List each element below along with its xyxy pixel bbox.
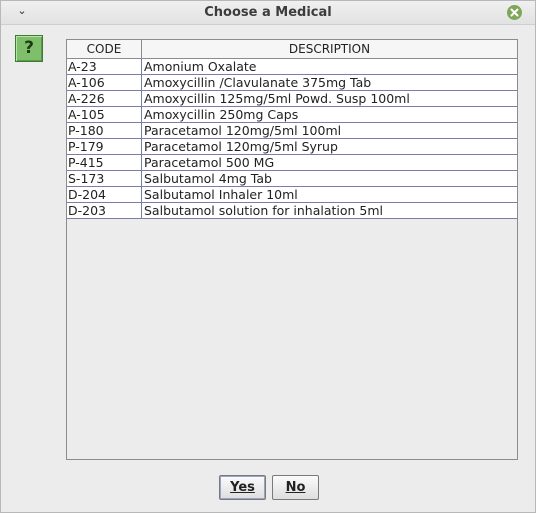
medical-table[interactable]: CODE DESCRIPTION A-23 Amonium Oxalate A-10… bbox=[66, 39, 518, 460]
question-icon: ? bbox=[15, 35, 43, 62]
choose-medical-dialog: ⌄ Choose a Medical ? CODE DESCRIPTION A-… bbox=[0, 0, 536, 513]
table-row[interactable]: A-106 Amoxycillin /Clavulanate 375mg Tab bbox=[67, 75, 517, 91]
table-body: A-23 Amonium Oxalate A-106 Amoxycillin /Cla… bbox=[67, 59, 517, 219]
cell-description: Amoxycillin 250mg Caps bbox=[144, 107, 299, 122]
column-header-code[interactable]: CODE bbox=[67, 40, 142, 58]
cell-code: A-105 bbox=[67, 107, 142, 122]
no-button-label: No bbox=[285, 480, 306, 495]
table-header: CODE DESCRIPTION bbox=[67, 40, 517, 59]
cell-code: P-415 bbox=[67, 155, 142, 170]
cell-code: A-23 bbox=[67, 59, 142, 74]
table-row[interactable]: D-204 Salbutamol Inhaler 10ml bbox=[67, 187, 517, 203]
table-row[interactable]: D-203 Salbutamol solution for inhalation … bbox=[67, 203, 517, 219]
no-button[interactable]: No bbox=[272, 475, 319, 500]
cell-code: A-106 bbox=[67, 75, 142, 90]
table-row[interactable]: S-173 Salbutamol 4mg Tab bbox=[67, 171, 517, 187]
cell-code: A-226 bbox=[67, 91, 142, 106]
column-header-description[interactable]: DESCRIPTION bbox=[142, 40, 517, 58]
cell-description: Paracetamol 120mg/5ml Syrup bbox=[144, 139, 338, 154]
table-row[interactable]: P-180 Paracetamol 120mg/5ml 100ml bbox=[67, 123, 517, 139]
yes-button-label: Yes bbox=[230, 480, 255, 495]
cell-description: Amoxycillin 125mg/5ml Powd. Susp 100ml bbox=[144, 91, 410, 106]
cell-description: Amoxycillin /Clavulanate 375mg Tab bbox=[144, 75, 372, 90]
cell-code: S-173 bbox=[67, 171, 142, 186]
cell-code: D-204 bbox=[67, 187, 142, 202]
yes-button[interactable]: Yes bbox=[219, 475, 266, 500]
cell-description: Paracetamol 500 MG bbox=[144, 155, 275, 170]
cell-description: Amonium Oxalate bbox=[144, 59, 257, 74]
cell-description: Salbutamol 4mg Tab bbox=[144, 171, 272, 186]
table-row[interactable]: A-226 Amoxycillin 125mg/5ml Powd. Susp 10… bbox=[67, 91, 517, 107]
cell-code: P-179 bbox=[67, 139, 142, 154]
close-icon[interactable] bbox=[507, 5, 522, 20]
cell-description: Salbutamol Inhaler 10ml bbox=[144, 187, 298, 202]
table-row[interactable]: P-179 Paracetamol 120mg/5ml Syrup bbox=[67, 139, 517, 155]
cell-code: D-203 bbox=[67, 203, 142, 218]
window-title: Choose a Medical bbox=[204, 5, 332, 20]
table-row[interactable]: A-105 Amoxycillin 250mg Caps bbox=[67, 107, 517, 123]
question-glyph: ? bbox=[24, 38, 34, 58]
table-row[interactable]: P-415 Paracetamol 500 MG bbox=[67, 155, 517, 171]
cell-code: P-180 bbox=[67, 123, 142, 138]
title-bar: ⌄ Choose a Medical bbox=[1, 1, 535, 25]
cell-description: Paracetamol 120mg/5ml 100ml bbox=[144, 123, 342, 138]
cell-description: Salbutamol solution for inhalation 5ml bbox=[144, 203, 384, 218]
table-row[interactable]: A-23 Amonium Oxalate bbox=[67, 59, 517, 75]
